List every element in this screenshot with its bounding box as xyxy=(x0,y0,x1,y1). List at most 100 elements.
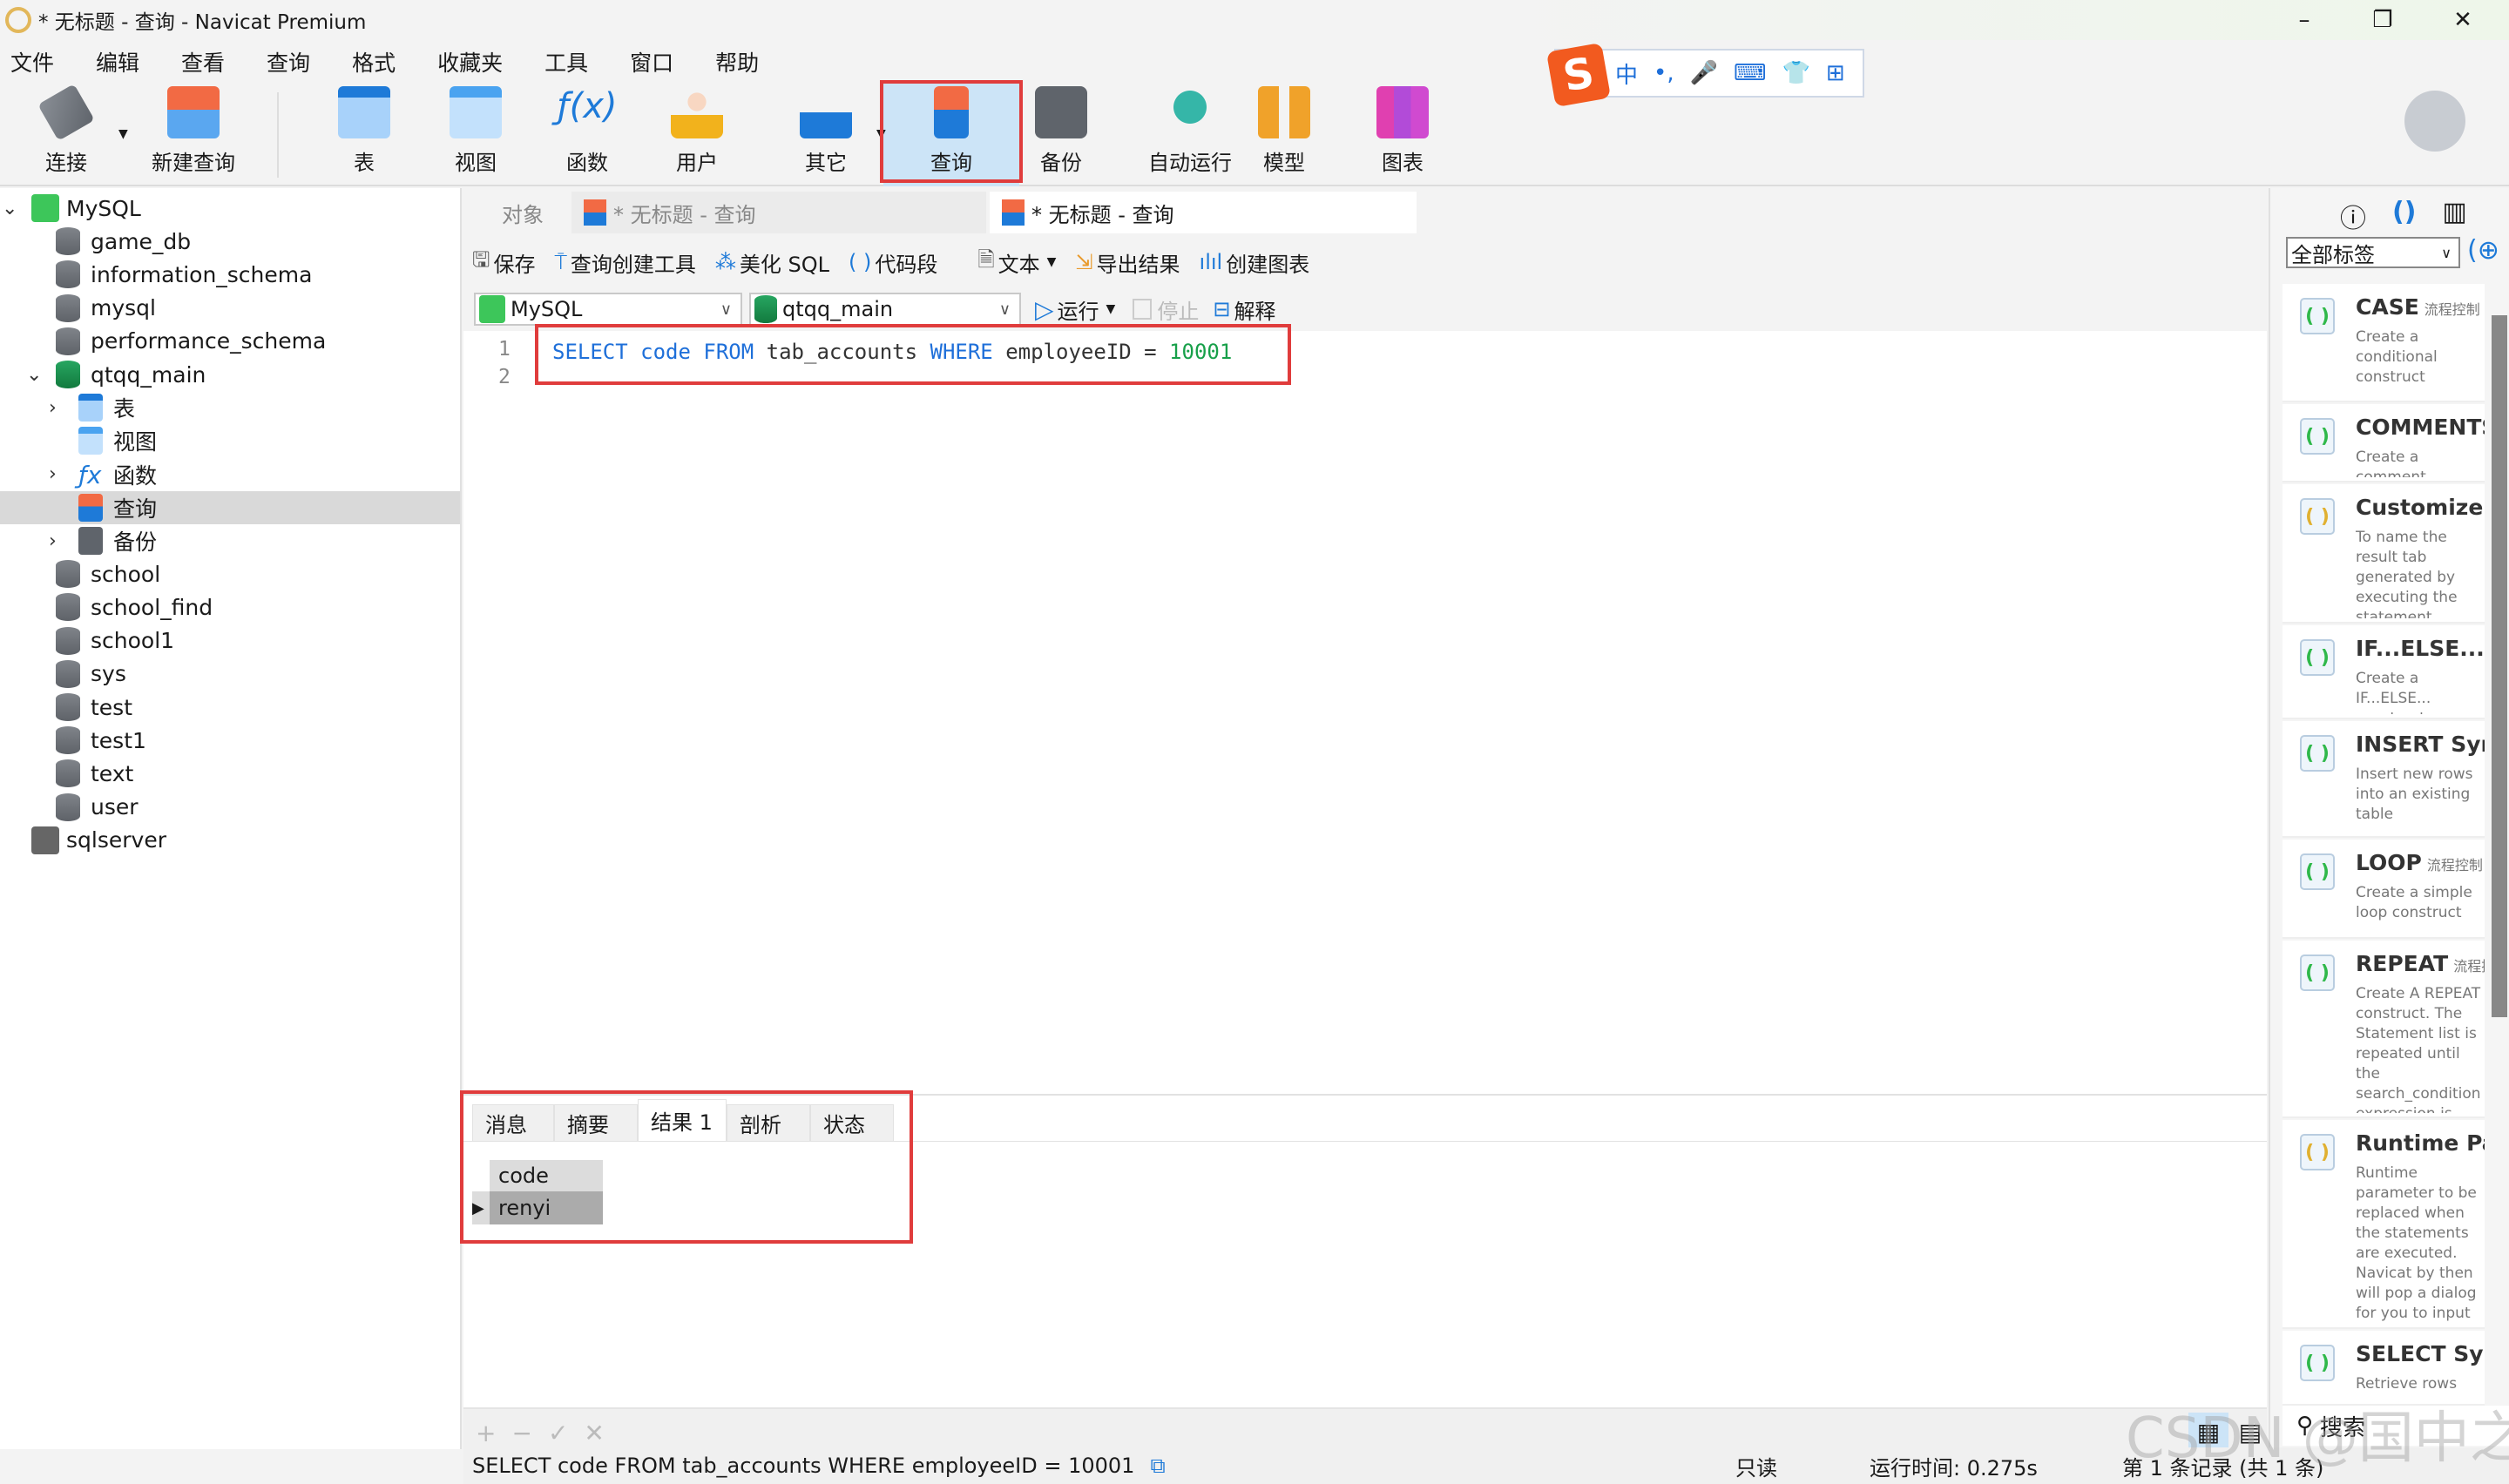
toolbar-button-7[interactable]: 查询 xyxy=(883,84,1019,186)
other-dropdown-icon[interactable]: ▼ xyxy=(876,127,886,141)
toolbar-button-3[interactable]: 视图 xyxy=(441,84,511,186)
save-button[interactable]: 🖫 保存 xyxy=(472,245,535,280)
tree-object-folder[interactable]: › ƒx 函数 xyxy=(0,458,460,491)
tree-database[interactable]: sys xyxy=(0,658,460,691)
chevron-right-icon[interactable]: › xyxy=(49,397,57,419)
snippet-item[interactable]: ( ) COMMENTS Create a comment xyxy=(2282,404,2485,482)
query-builder-button[interactable]: ⍑ 查询创建工具 xyxy=(554,247,695,278)
tree-database-open[interactable]: ⌄ qtqq_main xyxy=(0,358,460,391)
tree-connection-mysql[interactable]: ⌄ MySQL xyxy=(0,192,460,225)
snippet-item[interactable]: ( ) REPEAT流程控 Create A REPEAT construct. T… xyxy=(2282,941,2485,1118)
tree-database[interactable]: information_schema xyxy=(0,258,460,291)
snippet-button[interactable]: ( ) 代码段 xyxy=(849,247,937,278)
toolbar-button-11[interactable]: 图表 xyxy=(1359,84,1446,186)
add-snippet-icon[interactable]: (⊕ xyxy=(2467,235,2499,266)
toolbar-button-4[interactable]: ƒ(x) 函数 xyxy=(552,84,622,186)
chevron-right-icon[interactable]: › xyxy=(49,463,57,485)
tree-database[interactable]: text xyxy=(0,757,460,790)
user-avatar[interactable] xyxy=(2404,91,2465,152)
toolbar-button-8[interactable]: 备份 xyxy=(1018,84,1105,186)
ime-item[interactable]: 中 xyxy=(1615,57,1638,90)
delete-record-icon[interactable]: − xyxy=(511,1419,531,1447)
menu-item[interactable]: 帮助 xyxy=(715,46,759,78)
tag-filter-select[interactable]: 全部标签 ∨ xyxy=(2286,237,2460,268)
form-view-button[interactable]: ▤ xyxy=(2230,1413,2270,1451)
beautify-sql-button[interactable]: ⁂ 美化 SQL xyxy=(715,247,829,278)
tree-object-folder[interactable]: 查询 xyxy=(0,490,460,524)
menu-item[interactable]: 文件 xyxy=(10,46,54,78)
tree-database[interactable]: school1 xyxy=(0,624,460,658)
snippet-item[interactable]: ( ) LOOP 流程控制 Create a simple loop construc… xyxy=(2282,840,2485,939)
menu-item[interactable]: 窗口 xyxy=(630,46,673,78)
tab-query-1[interactable]: * 无标题 - 查询 xyxy=(571,192,986,233)
tree-object-folder[interactable]: › 备份 xyxy=(0,524,460,557)
copy-icon[interactable]: ⧉ xyxy=(1150,1454,1165,1478)
maximize-button[interactable]: ❐ xyxy=(2343,0,2422,40)
minimize-button[interactable]: – xyxy=(2265,0,2343,40)
tree-database[interactable]: school xyxy=(0,557,460,590)
create-chart-button[interactable]: ılıl 创建图表 xyxy=(1200,247,1310,278)
tree-database[interactable]: test1 xyxy=(0,724,460,757)
snippet-item[interactable]: ( ) SELECT Synt Retrieve rows xyxy=(2282,1331,2485,1406)
tree-database[interactable]: performance_schema xyxy=(0,325,460,358)
sql-code-line[interactable]: SELECT code FROM tab_accounts WHERE empl… xyxy=(552,340,1232,364)
sql-editor[interactable]: 1 2 SELECT code FROM tab_accounts WHERE … xyxy=(463,331,2267,1094)
tree-database[interactable]: mysql xyxy=(0,292,460,325)
ime-item[interactable]: ⊞ xyxy=(1826,60,1845,86)
tab-objects[interactable]: 对象 xyxy=(463,192,570,233)
add-record-icon[interactable]: + xyxy=(476,1419,496,1447)
result-tab[interactable]: 结果 1 xyxy=(638,1099,727,1141)
toolbar-button-1[interactable]: 新建查询 xyxy=(141,84,246,186)
chevron-down-icon[interactable]: ⌄ xyxy=(26,364,42,386)
tree-database[interactable]: user xyxy=(0,791,460,824)
ime-item[interactable]: 👕 xyxy=(1782,60,1810,86)
result-tab[interactable]: 摘要 xyxy=(554,1104,638,1141)
menu-item[interactable]: 查询 xyxy=(267,46,310,78)
snippet-braces-icon[interactable]: () xyxy=(2392,197,2416,235)
ime-item[interactable]: ⌨ xyxy=(1734,60,1767,86)
menu-item[interactable]: 格式 xyxy=(352,46,396,78)
run-button[interactable]: ▷ 运行 ▼ xyxy=(1035,294,1115,325)
scrollbar-thumb[interactable] xyxy=(2492,315,2507,1017)
result-cell[interactable]: renyi xyxy=(490,1191,603,1224)
tab-query-2[interactable]: * 无标题 - 查询 xyxy=(990,192,1417,233)
connect-dropdown-icon[interactable]: ▼ xyxy=(118,127,128,141)
info-icon[interactable]: ⓘ xyxy=(2340,197,2366,235)
snippet-item[interactable]: ( ) CASE 流程控制 Create a conditional construc… xyxy=(2282,284,2485,402)
menu-item[interactable]: 编辑 xyxy=(96,46,139,78)
menu-item[interactable]: 收藏夹 xyxy=(437,46,503,78)
cancel-icon[interactable]: ✕ xyxy=(584,1419,604,1447)
text-mode-button[interactable]: 🗎 文本 ▼ xyxy=(977,245,1056,280)
result-tab[interactable]: 剖析 xyxy=(727,1104,810,1141)
tree-database[interactable]: game_db xyxy=(0,225,460,258)
tree-connection-sqlserver[interactable]: sqlserver xyxy=(0,824,460,857)
connection-select[interactable]: MySQL ∨ xyxy=(474,293,742,326)
ime-item[interactable]: 🎤 xyxy=(1690,60,1718,86)
result-tab[interactable]: 状态 xyxy=(810,1104,894,1141)
menu-item[interactable]: 工具 xyxy=(544,46,588,78)
chevron-down-icon[interactable]: ⌄ xyxy=(2,198,17,219)
tree-object-folder[interactable]: 视图 xyxy=(0,424,460,457)
toolbar-button-9[interactable]: 自动运行 xyxy=(1129,84,1251,186)
toolbar-button-5[interactable]: 用户 xyxy=(662,84,732,186)
layout-icon[interactable]: ▥ xyxy=(2442,197,2466,235)
stop-button[interactable]: 停止 xyxy=(1133,294,1199,325)
result-tab[interactable]: 消息 xyxy=(472,1104,554,1141)
snippet-item[interactable]: ( ) Customize R To name the result tab gen… xyxy=(2282,484,2485,624)
column-header-code[interactable]: code xyxy=(490,1160,603,1191)
snippet-item[interactable]: ( ) INSERT Synt Insert new rows into an ex… xyxy=(2282,721,2485,838)
snippet-item[interactable]: ( ) Runtime Par Runtime parameter to be re… xyxy=(2282,1120,2485,1329)
tree-database[interactable]: school_find xyxy=(0,590,460,624)
database-select[interactable]: qtqq_main ∨ xyxy=(749,293,1021,326)
tree-database[interactable]: test xyxy=(0,691,460,724)
chevron-right-icon[interactable]: › xyxy=(49,530,57,552)
snippet-item[interactable]: ( ) IF...ELSE...流程 Create a IF...ELSE... c… xyxy=(2282,625,2485,719)
snippet-search[interactable]: ⚲ 搜索 xyxy=(2282,1406,2509,1446)
toolbar-button-0[interactable]: 连接 xyxy=(26,84,106,186)
grid-view-button[interactable]: ▦ xyxy=(2188,1413,2228,1451)
tree-object-folder[interactable]: › 表 xyxy=(0,391,460,424)
explain-button[interactable]: ⊟ 解释 xyxy=(1213,294,1275,325)
export-results-button[interactable]: ⇲ 导出结果 xyxy=(1075,247,1180,278)
toolbar-button-2[interactable]: 表 xyxy=(329,84,399,186)
apply-icon[interactable]: ✓ xyxy=(548,1419,568,1447)
